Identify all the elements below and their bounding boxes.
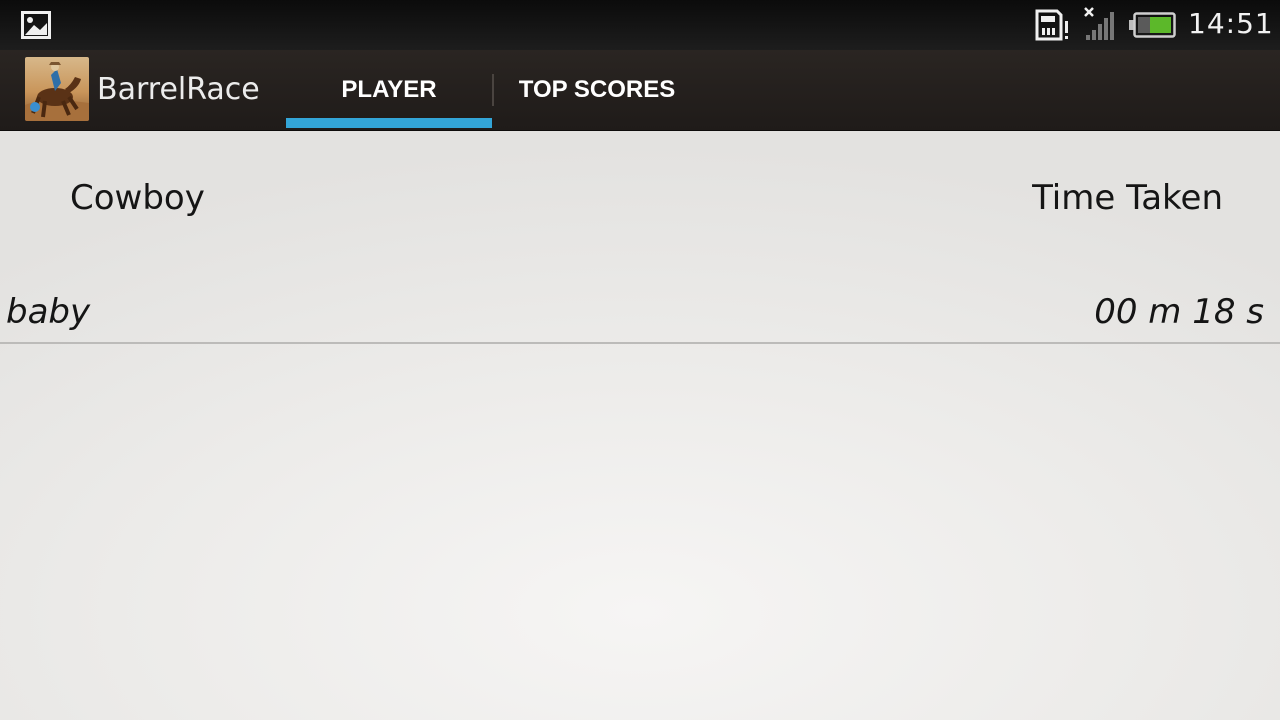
tab-top-scores[interactable]: TOP SCORES	[493, 50, 701, 130]
column-header-cowboy: Cowboy	[70, 178, 205, 218]
status-clock: 14:51	[1188, 7, 1274, 40]
status-bar: 14:51	[0, 0, 1280, 50]
table-row[interactable]: baby 00 m 18 s	[0, 286, 1280, 344]
app-title: BarrelRace	[97, 72, 260, 107]
time-taken: 00 m 18 s	[1094, 292, 1264, 332]
cowboy-name: baby	[6, 292, 91, 332]
selected-tab-indicator	[286, 118, 492, 128]
signal-off-icon	[1082, 5, 1118, 47]
column-header-time-taken: Time Taken	[1032, 178, 1223, 218]
sd-card-icon	[1033, 9, 1071, 47]
app-logo-icon[interactable]	[25, 57, 89, 121]
battery-icon	[1128, 12, 1176, 42]
action-bar: BarrelRace PLAYER TOP SCORES	[0, 50, 1280, 131]
gallery-icon	[21, 11, 51, 43]
